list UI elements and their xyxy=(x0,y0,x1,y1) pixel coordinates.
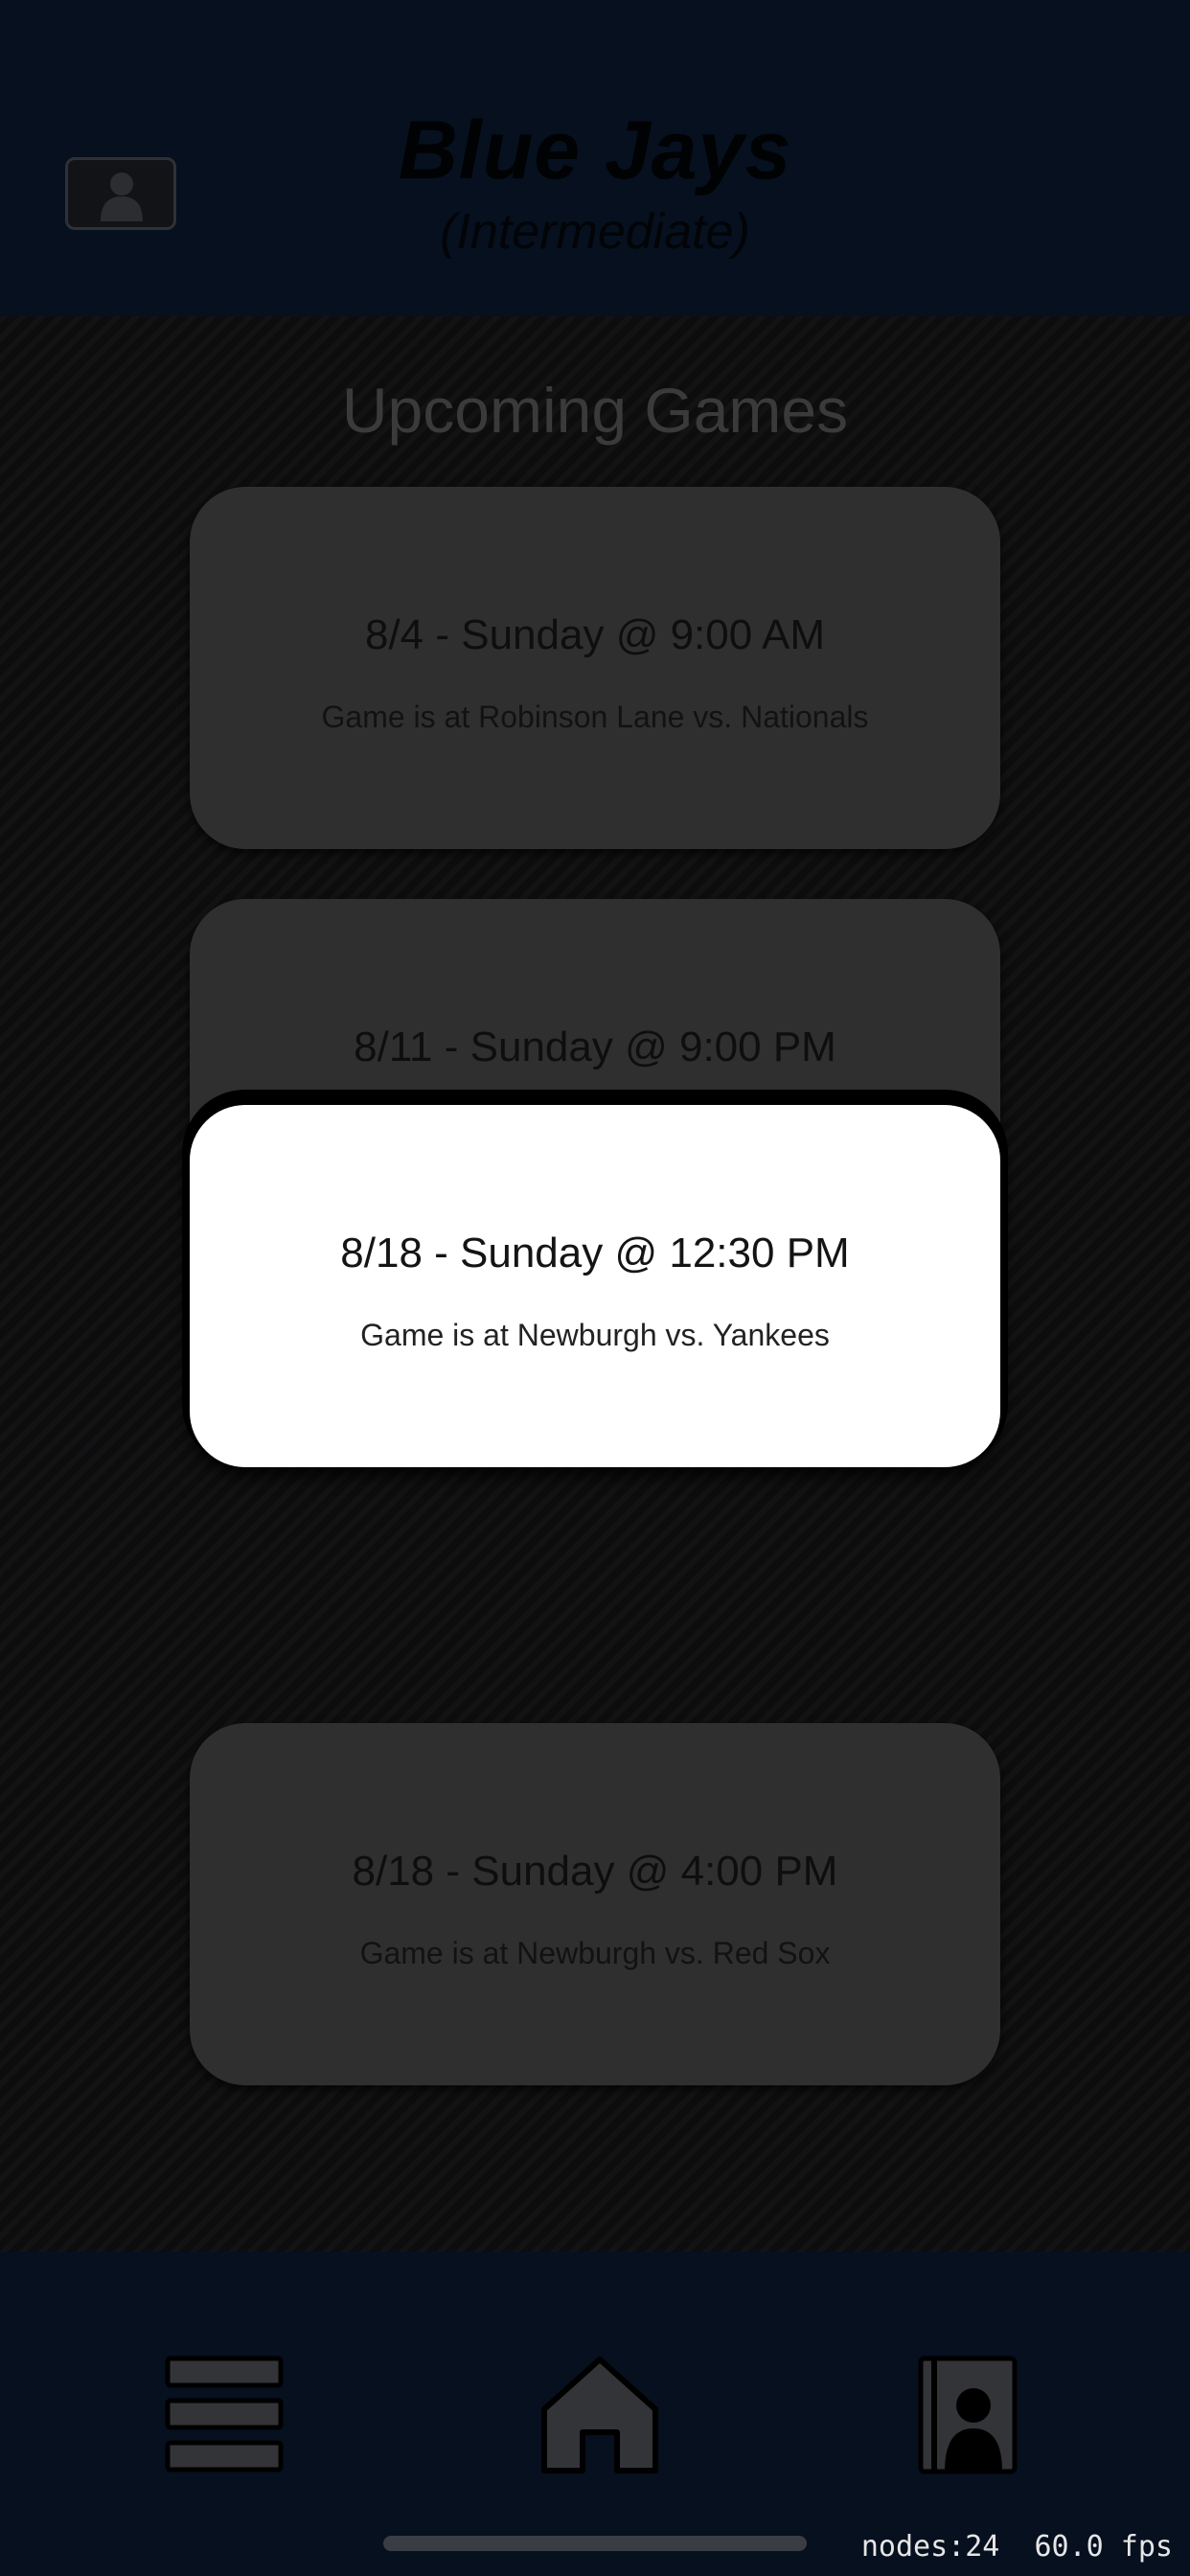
game-location: Game is at Robinson Lane vs. Nationals xyxy=(321,700,869,734)
debug-nodes: nodes:24 xyxy=(860,2530,1000,2564)
team-name: Blue Jays xyxy=(398,104,792,196)
game-location: Game is at Newburgh vs. Yankees xyxy=(360,1318,830,1352)
game-card-highlighted[interactable]: 8/18 - Sunday @ 12:30 PM Game is at Newb… xyxy=(190,1105,1000,1467)
game-date: 8/18 - Sunday @ 12:30 PM xyxy=(340,1230,850,1276)
debug-overlay: nodes:24 60.0 fps xyxy=(861,2530,1173,2564)
game-date: 8/11 - Sunday @ 9:00 PM xyxy=(354,1024,836,1070)
game-date: 8/18 - Sunday @ 4:00 PM xyxy=(352,1848,838,1895)
contacts-icon[interactable] xyxy=(918,2356,1018,2479)
tab-bar xyxy=(0,2252,1190,2576)
debug-fps: 60.0 fps xyxy=(1034,2530,1174,2564)
team-level: (Intermediate) xyxy=(440,204,750,260)
home-indicator[interactable] xyxy=(383,2536,807,2551)
game-location: Game is at Newburgh vs. Red Sox xyxy=(359,1936,831,1970)
home-icon[interactable] xyxy=(540,2356,659,2479)
game-card[interactable]: 8/4 - Sunday @ 9:00 AM Game is at Robins… xyxy=(190,487,1000,849)
header-bar: Blue Jays (Intermediate) xyxy=(0,0,1190,316)
game-date: 8/4 - Sunday @ 9:00 AM xyxy=(364,611,826,658)
game-card[interactable]: 8/18 - Sunday @ 4:00 PM Game is at Newbu… xyxy=(190,1723,1000,2085)
section-title: Upcoming Games xyxy=(341,375,849,446)
menu-icon[interactable] xyxy=(165,2356,284,2477)
